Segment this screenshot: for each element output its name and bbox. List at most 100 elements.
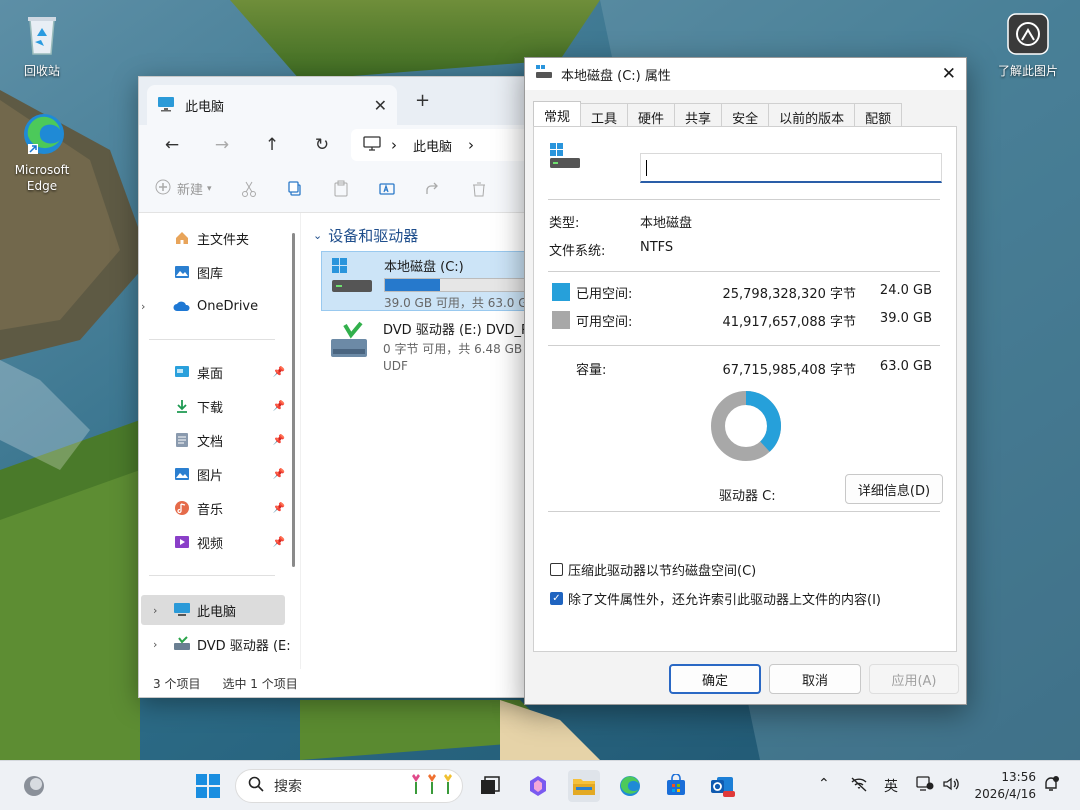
ok-button[interactable]: 确定: [669, 664, 761, 694]
copilot-icon[interactable]: [522, 770, 554, 802]
chevron-up-icon[interactable]: ⌃: [818, 776, 830, 792]
sidebar-item-pictures[interactable]: 图片 📌: [149, 459, 289, 489]
volume-label-input[interactable]: [640, 153, 942, 183]
item-count: 3 个项目: [153, 676, 201, 691]
allow-index-label: 除了文件属性外，还允许索引此驱动器上文件的内容(I): [568, 593, 881, 608]
pin-icon[interactable]: 📌: [273, 537, 285, 548]
sidebar-item-dvd[interactable]: › DVD 驱动器 (E:: [141, 629, 291, 659]
new-button[interactable]: 新建 ▾: [155, 179, 212, 199]
sidebar-item-this-pc[interactable]: › 此电脑: [141, 595, 285, 625]
checkbox-box[interactable]: ✓: [550, 592, 563, 605]
chevron-right-icon[interactable]: ›: [153, 604, 157, 617]
local-disk-icon: [548, 141, 582, 174]
up-arrow-icon[interactable]: ↑: [253, 130, 291, 160]
sidebar-scrollbar[interactable]: [292, 233, 295, 567]
chevron-right-icon[interactable]: ›: [141, 300, 145, 313]
sidebar-item-label: 主文件夹: [197, 232, 250, 248]
file-explorer-taskbar-icon[interactable]: [568, 770, 600, 802]
tab-this-pc[interactable]: 此电脑 ✕: [147, 85, 397, 125]
sidebar-divider: [149, 339, 275, 340]
breadcrumb-separator: ›: [468, 136, 475, 154]
forward-arrow-icon[interactable]: →: [203, 130, 241, 160]
explorer-nav-bar: ← → ↑ ↻ › 此电脑 ›: [139, 125, 537, 165]
breadcrumb-this-pc[interactable]: 此电脑: [413, 136, 452, 155]
free-space-bytes: 41,917,657,088 字节: [722, 315, 856, 330]
tab-hardware[interactable]: 硬件: [627, 103, 676, 127]
chevron-right-icon[interactable]: ›: [153, 638, 157, 651]
desktop-edge[interactable]: Microsoft Edge: [2, 110, 82, 194]
sidebar-item-gallery[interactable]: 图库: [149, 257, 289, 287]
capacity-bytes: 67,715,985,408 字节: [722, 363, 856, 378]
outlook-new-icon[interactable]: [706, 770, 738, 802]
sidebar-item-documents[interactable]: 文档 📌: [149, 425, 289, 455]
used-space-gb: 24.0 GB: [879, 283, 932, 298]
task-view-icon[interactable]: [474, 770, 506, 802]
cancel-button[interactable]: 取消: [769, 664, 861, 694]
edge-icon: [18, 110, 66, 158]
sidebar-item-onedrive[interactable]: › OneDrive: [141, 291, 289, 321]
dialog-title-bar[interactable]: 本地磁盘 (C:) 属性 ✕: [525, 58, 966, 90]
monitor-alert-icon[interactable]: [916, 776, 934, 796]
widgets-icon[interactable]: [18, 770, 50, 802]
start-windows-icon[interactable]: [192, 770, 224, 802]
drive-item-c[interactable]: 本地磁盘 (C:) 39.0 GB 可用，共 63.0 GB: [321, 251, 537, 311]
explorer-command-bar: 新建 ▾: [139, 165, 537, 213]
edge-taskbar-icon[interactable]: [614, 770, 646, 802]
taskbar-search-box[interactable]: 搜索: [235, 769, 463, 803]
copy-icon[interactable]: [286, 180, 304, 198]
tab-tools[interactable]: 工具: [580, 103, 629, 127]
share-icon[interactable]: [424, 180, 442, 198]
pin-icon[interactable]: 📌: [273, 469, 285, 480]
desktop-folder-icon: [173, 363, 191, 381]
drive-filesystem: UDF: [383, 359, 408, 373]
checkbox-box[interactable]: [550, 563, 563, 576]
drive-item-dvd[interactable]: DVD 驱动器 (E:) DVD_ROM 0 字节 可用，共 6.48 GB U…: [321, 315, 537, 375]
cut-icon[interactable]: [240, 180, 258, 198]
monitor-icon: [157, 96, 175, 115]
desktop-recycle-bin[interactable]: 回收站: [2, 10, 82, 79]
allow-index-checkbox[interactable]: ✓ 除了文件属性外，还允许索引此驱动器上文件的内容(I): [550, 589, 881, 608]
rename-icon[interactable]: [378, 180, 396, 198]
new-tab-icon[interactable]: +: [415, 90, 430, 111]
tab-previous-versions[interactable]: 以前的版本: [768, 103, 856, 127]
tab-sharing[interactable]: 共享: [674, 103, 723, 127]
sidebar-divider: [149, 575, 275, 576]
pin-icon[interactable]: 📌: [273, 503, 285, 514]
taskbar-clock[interactable]: 13:56 2026/4/16: [974, 769, 1036, 803]
sidebar-item-home[interactable]: 主文件夹: [149, 223, 289, 253]
camera-icon: [1004, 10, 1052, 58]
capacity-label: 容量:: [576, 363, 607, 378]
sidebar-item-label: 下载: [197, 400, 224, 416]
pin-icon[interactable]: 📌: [273, 401, 285, 412]
compress-drive-checkbox[interactable]: 压缩此驱动器以节约磁盘空间(C): [550, 560, 756, 579]
paste-icon[interactable]: [332, 180, 350, 198]
ime-indicator[interactable]: 英: [884, 776, 898, 796]
tab-security[interactable]: 安全: [721, 103, 770, 127]
sidebar-item-downloads[interactable]: 下载 📌: [149, 391, 289, 421]
back-arrow-icon[interactable]: ←: [153, 130, 191, 160]
pin-icon[interactable]: 📌: [273, 367, 285, 378]
delete-icon[interactable]: [470, 180, 488, 198]
network-off-icon[interactable]: [850, 776, 868, 796]
apply-button[interactable]: 应用(A): [869, 664, 959, 694]
close-icon[interactable]: ✕: [942, 64, 956, 84]
tab-quota[interactable]: 配额: [854, 103, 903, 127]
close-tab-icon[interactable]: ✕: [374, 96, 387, 115]
details-button[interactable]: 详细信息(D): [845, 474, 943, 504]
desktop-learn-picture[interactable]: 了解此图片: [988, 10, 1068, 79]
group-header-devices[interactable]: ⌄ 设备和驱动器: [313, 225, 418, 246]
sidebar-item-music[interactable]: 音乐 📌: [149, 493, 289, 523]
sidebar-item-videos[interactable]: 视频 📌: [149, 527, 289, 557]
tab-general[interactable]: 常规: [533, 101, 582, 128]
address-bar[interactable]: › 此电脑 ›: [351, 129, 537, 161]
sidebar-item-label: 图片: [197, 468, 224, 484]
sidebar-item-desktop[interactable]: 桌面 📌: [149, 357, 289, 387]
store-icon[interactable]: [660, 770, 692, 802]
monitor-outline-icon: [363, 135, 381, 155]
type-label: 类型:: [549, 216, 580, 231]
refresh-icon[interactable]: ↻: [303, 130, 341, 160]
desktop-icon-label: Microsoft Edge: [14, 163, 70, 193]
notification-bell-icon[interactable]: [1042, 775, 1060, 797]
pin-icon[interactable]: 📌: [273, 435, 285, 446]
volume-icon[interactable]: [942, 776, 960, 796]
